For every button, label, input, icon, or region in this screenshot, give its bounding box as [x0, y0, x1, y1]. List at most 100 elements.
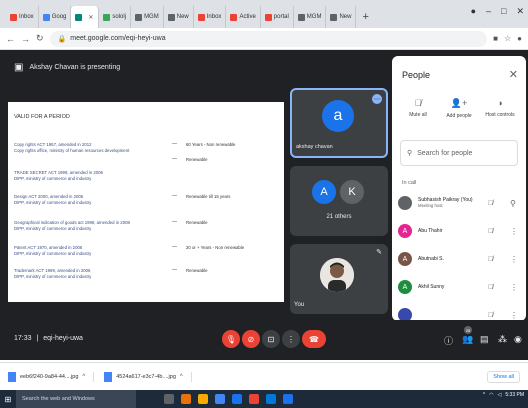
- participant-row[interactable]: 🎙̸ ⋮: [398, 304, 522, 321]
- add-people-button[interactable]: 👤+ Add people: [439, 98, 479, 119]
- browser-tab[interactable]: Inbox: [194, 6, 227, 28]
- meeting-controls-bar: 17:33 | eqi-heyi-uwa 🎙 ⊘ ⊡ ⋮ ☎ ⓘ 28 👥 ▤ …: [0, 320, 528, 360]
- participant-row[interactable]: A Akhil Sunny 🎙̸ ⋮: [398, 276, 522, 298]
- chevron-up-icon[interactable]: ^: [82, 374, 85, 380]
- act-authority: DIPP, ministry of commerce and industry: [14, 200, 92, 205]
- browser-tab[interactable]: Active: [226, 6, 261, 28]
- pin-icon[interactable]: ⚲: [510, 199, 516, 208]
- taskbar-app-icon[interactable]: [283, 394, 293, 404]
- download-item[interactable]: 4524a617-e3c7-4b....jpg ^: [104, 371, 192, 382]
- activities-icon[interactable]: ⁂: [498, 334, 507, 345]
- show-all-button[interactable]: Show all: [487, 371, 520, 383]
- protection-term: Renewable till 15 years: [186, 194, 231, 199]
- tab-favicon-icon: [230, 13, 238, 21]
- browser-tab[interactable]: portal: [261, 6, 294, 28]
- url-field[interactable]: 🔒 meet.google.com/eqi-heyi-uwa: [49, 30, 488, 47]
- more-vert-icon[interactable]: ⋮: [510, 227, 518, 236]
- browser-tab[interactable]: ✕: [71, 6, 100, 28]
- host-shield-icon[interactable]: ◉: [514, 334, 522, 345]
- taskbar-app-icon[interactable]: [215, 394, 225, 404]
- term-dash: —: [172, 141, 177, 147]
- more-vert-icon[interactable]: ⋮: [510, 283, 518, 292]
- wifi-icon[interactable]: ◠: [489, 392, 493, 398]
- extension-icon[interactable]: ■: [493, 34, 498, 43]
- browser-tab[interactable]: sololj: [99, 6, 132, 28]
- participant-row[interactable]: A Abu Thahir 🎙̸ ⋮: [398, 220, 522, 242]
- camera-toggle-button[interactable]: ⊘: [242, 330, 260, 348]
- mic-off-icon[interactable]: 🎙̸: [488, 312, 493, 319]
- close-tab-icon[interactable]: ✕: [88, 14, 93, 21]
- tab-label: New: [339, 14, 352, 20]
- minimize-icon[interactable]: –: [486, 6, 491, 17]
- windows-taskbar: ⊞ Search the web and Windows ^ ◠ ◁ 5:33 …: [0, 390, 528, 408]
- panel-title: People: [402, 70, 431, 80]
- mic-toggle-button[interactable]: 🎙: [222, 330, 240, 348]
- tab-label: MGM: [306, 14, 322, 20]
- forward-icon[interactable]: →: [21, 34, 30, 44]
- chevron-up-icon[interactable]: ^: [180, 374, 183, 380]
- back-icon[interactable]: ←: [6, 34, 15, 44]
- browser-tab[interactable]: New: [164, 6, 194, 28]
- account-icon[interactable]: ●: [517, 34, 522, 43]
- taskbar-search[interactable]: Search the web and Windows: [16, 390, 136, 408]
- taskbar-app-icon[interactable]: [198, 394, 208, 404]
- present-icon: ⊡: [267, 334, 275, 344]
- browser-tab[interactable]: Goog: [39, 6, 72, 28]
- mic-off-icon[interactable]: 🎙̸: [488, 200, 493, 207]
- volume-icon[interactable]: ◁: [498, 392, 502, 398]
- reload-icon[interactable]: ↻: [36, 33, 44, 44]
- browser-tab[interactable]: MGM: [131, 6, 164, 28]
- people-icon[interactable]: 👥: [462, 334, 473, 345]
- tray-up-icon[interactable]: ^: [483, 392, 485, 398]
- participant-row[interactable]: A Abutnabi S. 🎙̸ ⋮: [398, 248, 522, 270]
- browser-tab[interactable]: New: [326, 6, 357, 28]
- people-search-input[interactable]: ⚲ Search for people: [400, 140, 518, 166]
- people-search-placeholder: Search for people: [417, 149, 473, 157]
- participant-row[interactable]: Subhasish Paikray (You) Meeting host 🎙̸ ⚲: [398, 192, 522, 214]
- presenter-tile[interactable]: a ⋯ akshay chavan: [290, 88, 388, 158]
- mic-off-icon[interactable]: 🎙̸: [488, 284, 493, 291]
- taskbar-app-icon[interactable]: [181, 394, 191, 404]
- participant-count-badge: 28: [464, 326, 472, 334]
- mute-all-button[interactable]: 🎙̸ Mute all: [398, 98, 438, 118]
- leave-call-button[interactable]: ☎: [302, 330, 326, 348]
- windows-start-icon[interactable]: ⊞: [0, 390, 16, 408]
- others-tile[interactable]: A K 21 others: [290, 166, 388, 236]
- star-icon[interactable]: ☆: [504, 34, 511, 43]
- close-window-icon[interactable]: ✕: [516, 6, 524, 17]
- camera-off-icon: ⊘: [247, 334, 255, 344]
- participant-role: Meeting host: [418, 203, 443, 208]
- taskbar-app-icon[interactable]: [266, 394, 276, 404]
- host-controls-button[interactable]: ◑ Host controls: [480, 98, 520, 118]
- new-tab-button[interactable]: +: [356, 6, 374, 28]
- pin-icon[interactable]: ✎: [376, 248, 382, 256]
- slide-act-text: Geographical indication of goods act 199…: [14, 220, 169, 232]
- taskbar-app-icon[interactable]: [249, 394, 259, 404]
- taskbar-app-icon[interactable]: [232, 394, 242, 404]
- clock-readout[interactable]: 5:33 PM: [505, 392, 524, 398]
- download-item[interactable]: eeb6f240-9a84-44....jpg ^: [8, 371, 95, 382]
- self-tile[interactable]: ✎ You: [290, 244, 388, 314]
- meeting-details-icon[interactable]: ⓘ: [444, 334, 453, 347]
- profile-icon[interactable]: ●: [471, 6, 476, 17]
- tile-more-icon[interactable]: ⋯: [372, 94, 382, 104]
- more-options-button[interactable]: ⋮: [282, 330, 300, 348]
- taskbar-app-icon[interactable]: [164, 394, 174, 404]
- mic-off-icon[interactable]: 🎙̸: [488, 228, 493, 235]
- maximize-icon[interactable]: □: [501, 6, 506, 17]
- hangup-icon: ☎: [309, 334, 319, 344]
- panel-close-icon[interactable]: ✕: [509, 68, 518, 81]
- people-panel: People ✕ 🎙̸ Mute all 👤+ Add people ◑ Hos…: [392, 56, 526, 321]
- chat-icon[interactable]: ▤: [480, 334, 489, 345]
- browser-tab[interactable]: MGM: [294, 6, 327, 28]
- present-button[interactable]: ⊡: [262, 330, 280, 348]
- more-vert-icon[interactable]: ⋮: [510, 311, 518, 320]
- slide-act-text: Patent ACT 1970, amended in 2006 DIPP, mi…: [14, 245, 169, 257]
- download-filename: eeb6f240-9a84-44....jpg: [20, 373, 79, 380]
- mic-off-icon[interactable]: 🎙̸: [488, 256, 493, 263]
- tab-favicon-icon: [330, 13, 338, 21]
- tab-favicon-icon: [75, 13, 83, 21]
- slide-act-text: Copy rights ACT 1957, amended in 2012 Cop…: [14, 142, 169, 154]
- more-vert-icon[interactable]: ⋮: [510, 255, 518, 264]
- browser-tab[interactable]: Inbox: [6, 6, 39, 28]
